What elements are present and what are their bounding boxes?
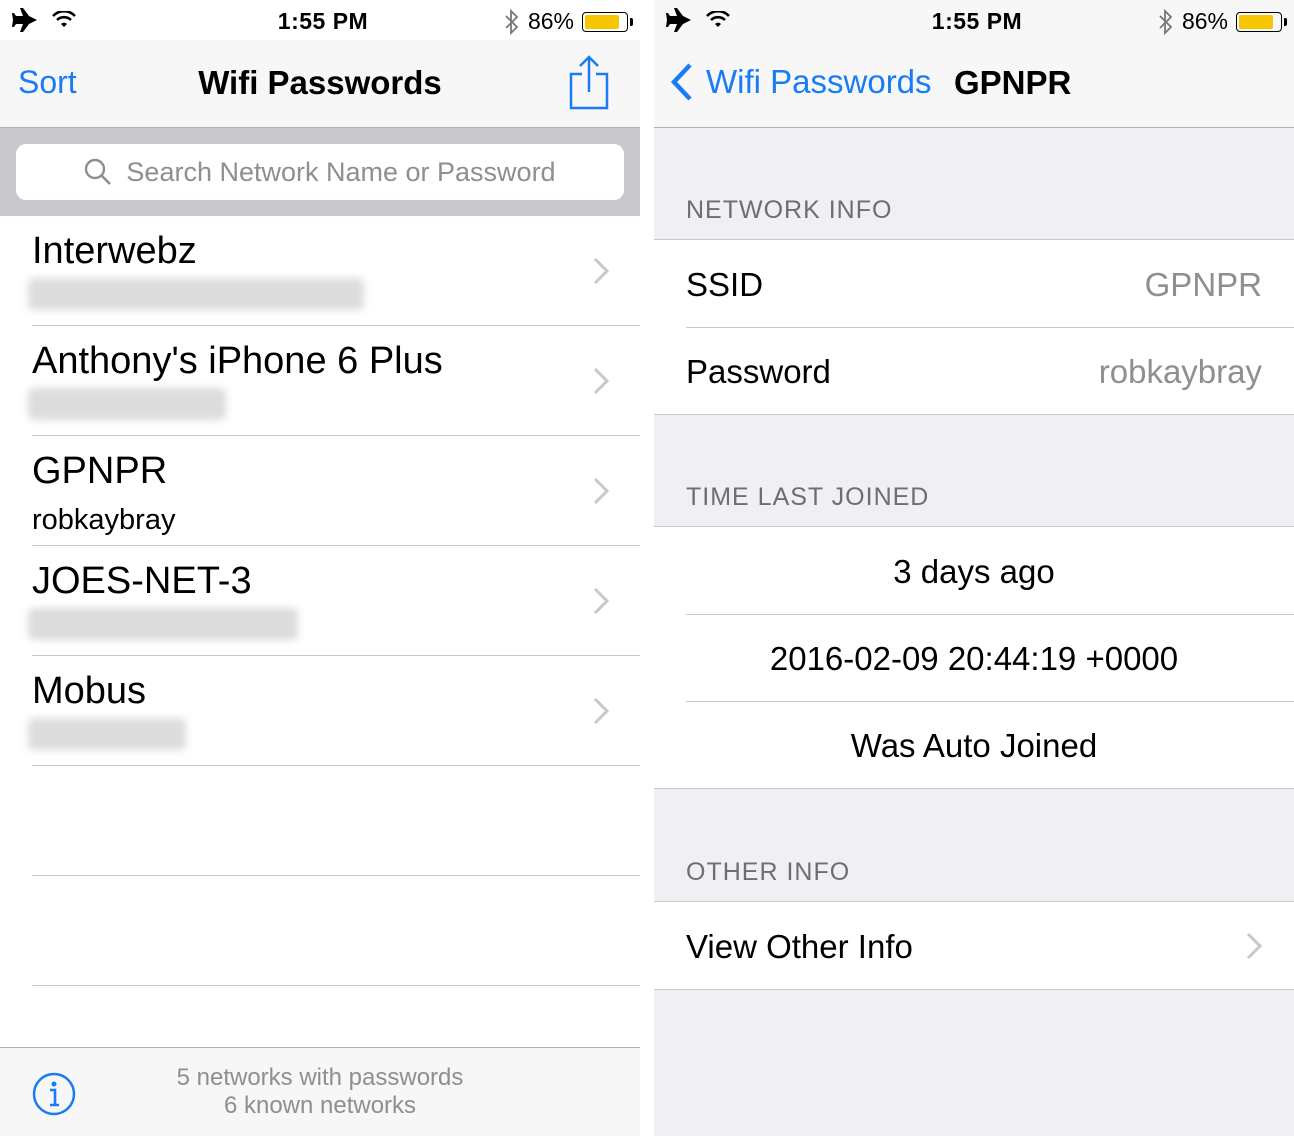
battery-percent: 86%	[527, 8, 574, 34]
redacted-password	[28, 278, 364, 310]
password-value: robkaybray	[1098, 353, 1262, 390]
timestamp-cell: 2016-02-09 20:44:19 +0000	[654, 614, 1294, 701]
search-bar: Search Network Name or Password	[0, 128, 640, 216]
chevron-right-icon	[593, 257, 610, 285]
search-input[interactable]: Search Network Name or Password	[16, 144, 624, 200]
password-count: 5 networks with passwords	[176, 1064, 464, 1091]
chevron-right-icon	[593, 587, 610, 615]
search-placeholder: Search Network Name or Password	[126, 156, 556, 187]
battery-icon	[1236, 11, 1287, 32]
password-cell[interactable]: Password robkaybray	[654, 327, 1294, 414]
battery-percent: 86%	[1181, 8, 1228, 34]
chevron-right-icon	[1246, 932, 1262, 960]
list-item-anthonys-iphone[interactable]: Anthony's iPhone 6 Plus	[0, 326, 640, 436]
battery-fill	[1239, 14, 1274, 29]
relative-time: 3 days ago	[893, 553, 1055, 590]
back-label: Wifi Passwords	[706, 63, 932, 100]
section-header-other-info: OTHER INFO	[686, 858, 851, 886]
network-name: JOES-NET-3	[32, 560, 252, 602]
list-item-joes-net-3[interactable]: JOES-NET-3	[0, 546, 640, 656]
empty-row	[0, 766, 640, 876]
network-name: Mobus	[32, 670, 147, 712]
view-other-info-label: View Other Info	[686, 928, 913, 965]
time-last-joined-group: 3 days ago 2016-02-09 20:44:19 +0000 Was…	[654, 526, 1294, 789]
view-other-info-cell[interactable]: View Other Info	[654, 902, 1294, 989]
known-count: 6 known networks	[223, 1092, 417, 1119]
empty-row	[0, 876, 640, 986]
timestamp: 2016-02-09 20:44:19 +0000	[769, 640, 1179, 677]
navigation-bar: Wifi Passwords GPNPR	[654, 40, 1294, 128]
other-info-group: View Other Info	[654, 901, 1294, 990]
chevron-right-icon	[593, 477, 610, 505]
redacted-password	[28, 718, 186, 750]
password-label: Password	[686, 353, 831, 390]
network-name: GPNPR	[32, 450, 168, 492]
network-password: robkaybray	[32, 504, 176, 536]
redacted-password	[28, 388, 226, 420]
chevron-right-icon	[593, 367, 610, 395]
chevron-left-icon	[670, 63, 692, 101]
network-list-screen: 1:55 PM 86% Sort Wifi Passwords Search N…	[0, 0, 640, 1136]
search-icon	[85, 158, 112, 185]
bluetooth-icon	[1159, 8, 1173, 35]
battery-fill	[585, 14, 620, 29]
list-item-mobus[interactable]: Mobus	[0, 656, 640, 766]
auto-joined-cell: Was Auto Joined	[654, 701, 1294, 788]
redacted-password	[28, 608, 298, 640]
bluetooth-icon	[505, 8, 519, 35]
ssid-label: SSID	[686, 266, 764, 303]
network-name: Interwebz	[32, 230, 197, 272]
share-icon[interactable]	[568, 54, 610, 110]
network-name: Anthony's iPhone 6 Plus	[32, 340, 443, 382]
back-button[interactable]: Wifi Passwords	[670, 62, 932, 102]
status-bar: 1:55 PM 86%	[654, 0, 1294, 40]
network-count-text: 5 networks with passwords 6 known networ…	[0, 1064, 640, 1120]
ssid-cell[interactable]: SSID GPNPR	[654, 240, 1294, 327]
page-title: Wifi Passwords	[198, 64, 442, 101]
network-list: Interwebz Anthony's iPhone 6 Plus GPNPR …	[0, 216, 640, 986]
screen-divider	[640, 0, 654, 1136]
chevron-right-icon	[593, 697, 610, 725]
status-bar: 1:55 PM 86%	[0, 0, 640, 40]
section-header-time-last-joined: TIME LAST JOINED	[686, 483, 930, 511]
section-header-network-info: NETWORK INFO	[686, 196, 893, 224]
network-detail-screen: 1:55 PM 86% Wifi Passwords GPNPR NETWORK…	[654, 0, 1294, 1136]
page-title: GPNPR	[954, 64, 1072, 101]
navigation-bar: Sort Wifi Passwords	[0, 40, 640, 128]
battery-icon	[582, 11, 633, 32]
list-item-interwebz[interactable]: Interwebz	[0, 216, 640, 326]
list-item-gpnpr[interactable]: GPNPR robkaybray	[0, 436, 640, 546]
auto-joined: Was Auto Joined	[850, 727, 1098, 764]
network-info-group: SSID GPNPR Password robkaybray	[654, 239, 1294, 415]
relative-time-cell: 3 days ago	[654, 527, 1294, 614]
ssid-value: GPNPR	[1144, 266, 1262, 303]
bottom-toolbar: 5 networks with passwords 6 known networ…	[0, 1047, 640, 1136]
